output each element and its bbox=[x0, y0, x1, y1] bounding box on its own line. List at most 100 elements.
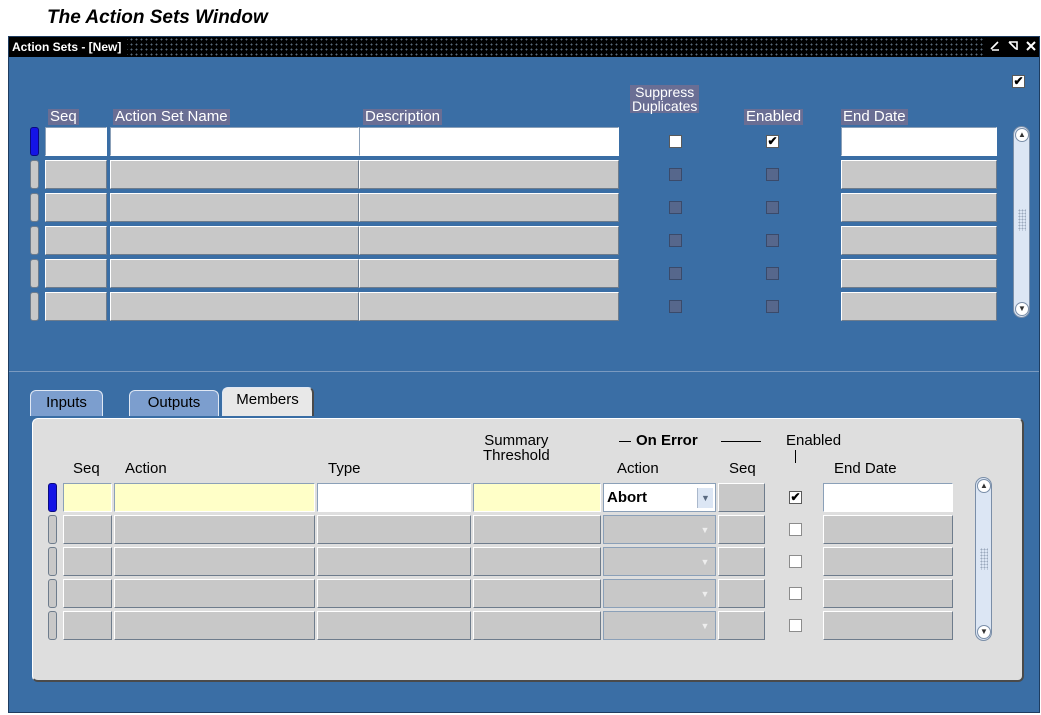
summary-threshold-field[interactable] bbox=[473, 483, 601, 512]
dropdown-arrow-icon[interactable]: ▼ bbox=[697, 584, 713, 604]
suppress-duplicates-checkbox[interactable] bbox=[669, 168, 682, 181]
description-field[interactable] bbox=[359, 193, 619, 222]
member-end-date-field[interactable] bbox=[823, 515, 953, 544]
member-type-field[interactable] bbox=[317, 483, 471, 512]
tab-members[interactable]: Members bbox=[222, 387, 314, 416]
member-enabled-checkbox[interactable]: ✔ bbox=[789, 491, 802, 504]
seq-field[interactable] bbox=[45, 160, 107, 189]
dropdown-arrow-icon[interactable]: ▼ bbox=[697, 520, 713, 540]
summary-threshold-field[interactable] bbox=[473, 579, 601, 608]
member-action-field[interactable] bbox=[114, 611, 315, 640]
enabled-checkbox[interactable] bbox=[766, 234, 779, 247]
member-row-indicator[interactable] bbox=[48, 483, 57, 512]
end-date-field[interactable] bbox=[841, 127, 997, 156]
member-type-field[interactable] bbox=[317, 515, 471, 544]
scroll-up-icon[interactable]: ▲ bbox=[1015, 128, 1029, 142]
tab-inputs[interactable]: Inputs bbox=[30, 390, 103, 416]
description-field[interactable] bbox=[359, 259, 619, 288]
top-scrollbar[interactable]: ▲ ▼ bbox=[1013, 126, 1030, 318]
member-type-field[interactable] bbox=[317, 547, 471, 576]
dropdown-arrow-icon[interactable]: ▼ bbox=[697, 488, 713, 508]
on-error-action-select[interactable]: ▼ bbox=[603, 547, 716, 576]
member-row-indicator[interactable] bbox=[48, 611, 57, 640]
on-error-seq-field[interactable] bbox=[718, 579, 765, 608]
suppress-duplicates-checkbox[interactable] bbox=[669, 234, 682, 247]
suppress-duplicates-checkbox[interactable] bbox=[669, 300, 682, 313]
enabled-checkbox[interactable] bbox=[766, 267, 779, 280]
seq-field[interactable] bbox=[45, 259, 107, 288]
scroll-down-icon[interactable]: ▼ bbox=[1015, 302, 1029, 316]
enabled-checkbox[interactable] bbox=[766, 300, 779, 313]
action-set-name-field[interactable] bbox=[110, 226, 359, 255]
member-type-field[interactable] bbox=[317, 579, 471, 608]
suppress-duplicates-checkbox[interactable] bbox=[669, 267, 682, 280]
summary-threshold-field[interactable] bbox=[473, 611, 601, 640]
member-action-field[interactable] bbox=[114, 515, 315, 544]
row-indicator[interactable] bbox=[30, 259, 39, 288]
description-field[interactable] bbox=[359, 226, 619, 255]
summary-threshold-field[interactable] bbox=[473, 515, 601, 544]
end-date-field[interactable] bbox=[841, 193, 997, 222]
enabled-checkbox[interactable] bbox=[766, 168, 779, 181]
member-end-date-field[interactable] bbox=[823, 547, 953, 576]
suppress-duplicates-checkbox[interactable] bbox=[669, 201, 682, 214]
row-indicator[interactable] bbox=[30, 292, 39, 321]
member-seq-field[interactable] bbox=[63, 579, 112, 608]
action-set-name-field[interactable] bbox=[110, 292, 359, 321]
member-row-indicator[interactable] bbox=[48, 515, 57, 544]
on-error-action-select[interactable]: ▼ bbox=[603, 579, 716, 608]
members-scroll-up-icon[interactable]: ▲ bbox=[977, 479, 991, 493]
description-field[interactable] bbox=[359, 127, 619, 156]
close-icon[interactable] bbox=[1024, 37, 1037, 57]
on-error-action-select[interactable]: Abort ▼ bbox=[603, 483, 716, 512]
scroll-grip[interactable] bbox=[1018, 209, 1026, 231]
seq-field[interactable] bbox=[45, 226, 107, 255]
member-type-field[interactable] bbox=[317, 611, 471, 640]
member-row-indicator[interactable] bbox=[48, 547, 57, 576]
on-error-seq-field[interactable] bbox=[718, 515, 765, 544]
member-action-field[interactable] bbox=[114, 579, 315, 608]
member-enabled-checkbox[interactable] bbox=[789, 555, 802, 568]
member-seq-field[interactable] bbox=[63, 483, 112, 512]
enabled-checkbox[interactable] bbox=[766, 201, 779, 214]
member-seq-field[interactable] bbox=[63, 515, 112, 544]
description-field[interactable] bbox=[359, 292, 619, 321]
member-seq-field[interactable] bbox=[63, 547, 112, 576]
row-indicator[interactable] bbox=[30, 226, 39, 255]
member-enabled-checkbox[interactable] bbox=[789, 587, 802, 600]
row-indicator[interactable] bbox=[30, 160, 39, 189]
tab-outputs[interactable]: Outputs bbox=[129, 390, 219, 416]
on-error-action-select[interactable]: ▼ bbox=[603, 611, 716, 640]
minimize-icon[interactable] bbox=[988, 37, 1001, 57]
action-set-name-field[interactable] bbox=[110, 259, 359, 288]
end-date-field[interactable] bbox=[841, 259, 997, 288]
dropdown-arrow-icon[interactable]: ▼ bbox=[697, 616, 713, 636]
seq-field[interactable] bbox=[45, 127, 107, 156]
action-set-name-field[interactable] bbox=[110, 160, 359, 189]
end-date-field[interactable] bbox=[841, 160, 997, 189]
description-field[interactable] bbox=[359, 160, 619, 189]
suppress-duplicates-checkbox[interactable] bbox=[669, 135, 682, 148]
summary-threshold-field[interactable] bbox=[473, 547, 601, 576]
window-titlebar[interactable]: Action Sets - [New] bbox=[9, 37, 1039, 57]
members-scroll-grip[interactable] bbox=[980, 548, 988, 570]
member-seq-field[interactable] bbox=[63, 611, 112, 640]
member-enabled-checkbox[interactable] bbox=[789, 523, 802, 536]
member-action-field[interactable] bbox=[114, 547, 315, 576]
end-date-field[interactable] bbox=[841, 292, 997, 321]
on-error-seq-field[interactable] bbox=[718, 547, 765, 576]
action-set-name-field[interactable] bbox=[110, 127, 359, 156]
maximize-icon[interactable] bbox=[1006, 37, 1019, 57]
members-scroll-down-icon[interactable]: ▼ bbox=[977, 625, 991, 639]
dropdown-arrow-icon[interactable]: ▼ bbox=[697, 552, 713, 572]
on-error-seq-field[interactable] bbox=[718, 483, 765, 512]
members-scrollbar[interactable]: ▲ ▼ bbox=[975, 477, 992, 641]
member-enabled-checkbox[interactable] bbox=[789, 619, 802, 632]
on-error-action-select[interactable]: ▼ bbox=[603, 515, 716, 544]
on-error-seq-field[interactable] bbox=[718, 611, 765, 640]
member-end-date-field[interactable] bbox=[823, 611, 953, 640]
corner-checkbox[interactable]: ✔ bbox=[1012, 75, 1025, 88]
member-end-date-field[interactable] bbox=[823, 579, 953, 608]
action-set-name-field[interactable] bbox=[110, 193, 359, 222]
row-indicator[interactable] bbox=[30, 127, 39, 156]
